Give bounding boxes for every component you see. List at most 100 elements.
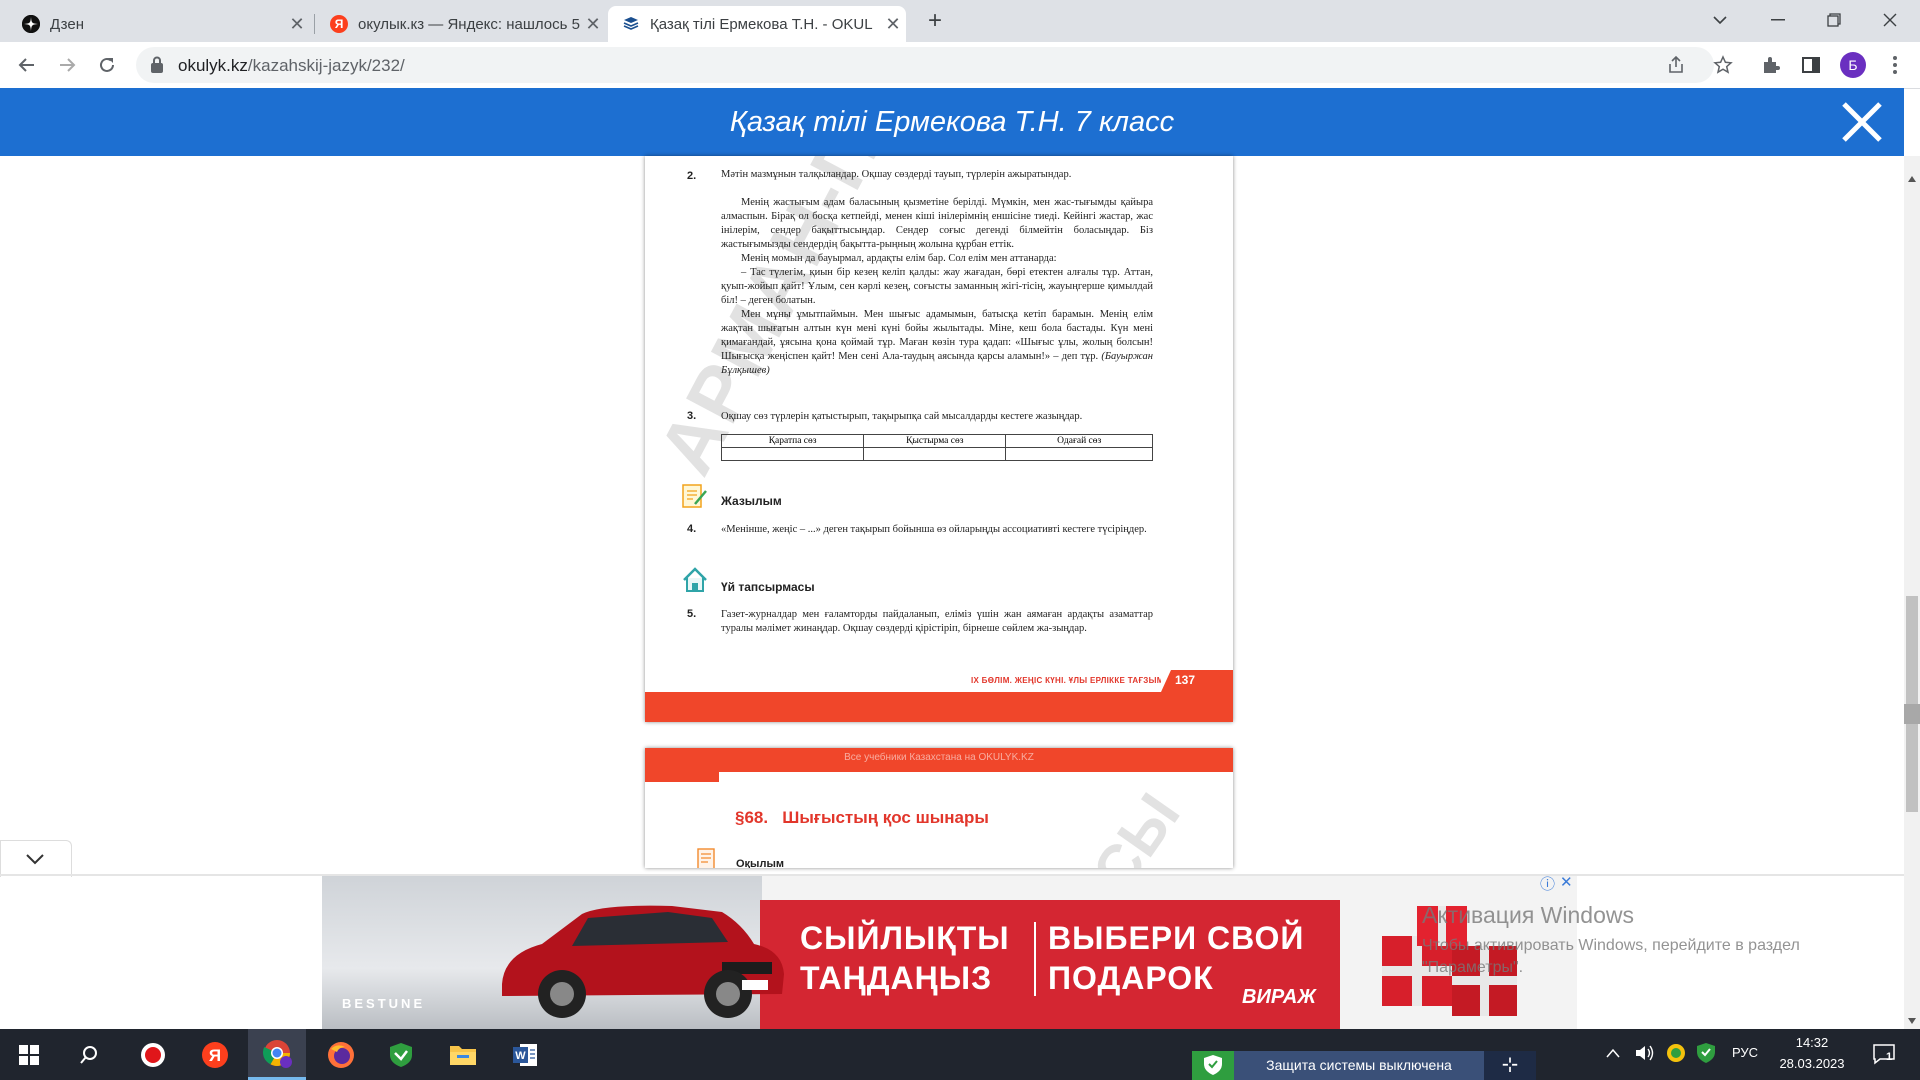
- url-host: okulyk.kz: [178, 56, 248, 75]
- menu-kebab-icon[interactable]: [1880, 50, 1910, 80]
- minimize-icon[interactable]: [1750, 0, 1806, 40]
- shield-warning-icon: [1204, 1055, 1222, 1075]
- start-button[interactable]: [0, 1029, 58, 1080]
- task-text: Газет-журналдар мен ғаламторды пайдаланы…: [721, 609, 1153, 634]
- tab-separator: [314, 14, 315, 34]
- table-header: Одағай сөз: [1005, 434, 1153, 448]
- ad-close-icon[interactable]: ✕: [1560, 876, 1573, 891]
- taskbar: Я W Защита системы выключена ⊹ РУС 14:32…: [0, 1029, 1920, 1080]
- clock-date[interactable]: 28.03.2023: [1772, 1056, 1852, 1071]
- close-tab-icon[interactable]: ✕: [580, 14, 606, 35]
- close-tab-icon[interactable]: ✕: [284, 14, 310, 35]
- close-window-icon[interactable]: [1862, 0, 1918, 40]
- page-footer-band: [645, 692, 1233, 722]
- tab-yandex[interactable]: Я окулык.кз — Яндекс: нашлось 5 ✕: [316, 6, 606, 42]
- system-protection-notice[interactable]: Защита системы выключена ⊹: [1192, 1051, 1536, 1080]
- word-icon: W: [513, 1043, 537, 1066]
- writing-icon: [681, 482, 709, 515]
- ad-banner[interactable]: BESTUNE СЫЙЛЫҚТЫ ТАҢДАҢЫЗ ВЫБЕРИ СВОЙ ПО…: [322, 876, 1577, 1030]
- taskbar-yandex-browser[interactable]: Я: [186, 1029, 244, 1080]
- task-text: Мәтін мазмұнын талқыландар. Оқшау сөздер…: [721, 169, 1072, 180]
- ad-headline-ru-2: ПОДАРОК: [1048, 960, 1214, 996]
- extensions-icon[interactable]: [1756, 50, 1786, 80]
- paragraph-heading: §68. Шығыстың қос шынары: [735, 808, 989, 827]
- address-bar[interactable]: okulyk.kz/kazahskij-jazyk/232/: [136, 47, 1714, 83]
- taskbar-recorder[interactable]: [124, 1029, 182, 1080]
- car-image: [502, 905, 784, 1018]
- back-icon[interactable]: [12, 50, 42, 80]
- dzen-icon: [22, 15, 40, 33]
- forward-icon[interactable]: [52, 50, 82, 80]
- task-text: Оқшау сөз түрлерін қатыстырып, тақырыпқа…: [721, 411, 1083, 422]
- tray-overflow-icon[interactable]: [1606, 1045, 1620, 1061]
- ad-headline-kz-2: ТАҢДАҢЫЗ: [800, 960, 993, 996]
- new-tab-icon[interactable]: +: [920, 6, 950, 36]
- book-title: Қазақ тілі Ермекова Т.Н. 7 класс: [729, 106, 1175, 138]
- table-header: Қыстырма сөз: [863, 434, 1007, 448]
- ad-headline-kz-1: СЫЙЛЫҚТЫ: [800, 920, 1010, 956]
- page-watermark-fragment: СЫ: [1079, 781, 1193, 868]
- profile-avatar[interactable]: Б: [1838, 50, 1868, 80]
- windows-logo-icon: [19, 1044, 39, 1065]
- task-number: 2.: [687, 170, 697, 182]
- home-icon: [681, 566, 709, 599]
- section-homework: Үй тапсырмасы: [721, 580, 815, 594]
- url-path: /kazahskij-jazyk/232/: [247, 56, 405, 75]
- browser-toolbar: okulyk.kz/kazahskij-jazyk/232/ Б: [0, 42, 1920, 89]
- tab-okulyk[interactable]: Қазақ тілі Ермекова Т.Н. - OKUL ✕: [608, 6, 906, 42]
- volume-icon[interactable]: [1634, 1043, 1656, 1068]
- taskbar-chrome[interactable]: [248, 1029, 306, 1080]
- restore-icon[interactable]: [1806, 0, 1862, 40]
- taskbar-file-explorer[interactable]: [434, 1029, 492, 1080]
- book-page-137: АРМАН-ПВ БАСПАСЫ 2. Мәтін мазмұнын талқы…: [645, 156, 1233, 722]
- share-icon[interactable]: [1666, 55, 1686, 80]
- ad-brand-logo: ВИРАЖ: [1242, 986, 1316, 1008]
- side-panel-icon[interactable]: [1796, 50, 1826, 80]
- notice-expand-icon[interactable]: ⊹: [1484, 1051, 1536, 1080]
- tab-search-icon[interactable]: [1692, 0, 1748, 40]
- page-scrollbar[interactable]: [1904, 156, 1920, 1029]
- tray-antivirus-icon[interactable]: [1696, 1042, 1716, 1069]
- bookmark-star-icon[interactable]: [1708, 50, 1738, 80]
- section-writing: Жазылым: [721, 494, 782, 508]
- reload-icon[interactable]: [92, 50, 122, 80]
- tab-dzen[interactable]: Дзен ✕: [8, 6, 310, 42]
- lock-icon[interactable]: [150, 56, 164, 79]
- ad-headline-ru-1: ВЫБЕРИ СВОЙ: [1048, 920, 1305, 956]
- task-text: «Менінше, жеңіс – ...» деген тақырып бой…: [721, 524, 1147, 535]
- profile-initial: Б: [1840, 52, 1866, 78]
- section-reading: Оқылым: [736, 858, 784, 868]
- taskbar-firefox[interactable]: [312, 1029, 370, 1080]
- taskbar-word[interactable]: W: [496, 1029, 554, 1080]
- tray-status-icon[interactable]: [1666, 1043, 1686, 1068]
- search-button[interactable]: [60, 1029, 118, 1080]
- page-header-band-tab: [645, 772, 719, 782]
- close-tab-icon[interactable]: ✕: [880, 14, 906, 35]
- scroll-position-marker[interactable]: [1904, 704, 1920, 724]
- chrome-icon: [262, 1040, 292, 1068]
- firefox-icon: [328, 1041, 354, 1068]
- taskbar-security-app[interactable]: [372, 1029, 430, 1080]
- notification-center-icon[interactable]: 1: [1872, 1043, 1896, 1070]
- task-number: 3.: [687, 410, 697, 422]
- scroll-down-icon[interactable]: [1908, 1018, 1916, 1024]
- language-indicator[interactable]: РУС: [1732, 1045, 1758, 1060]
- page-tab-notch: [1161, 670, 1171, 692]
- url-text: okulyk.kz/kazahskij-jazyk/232/: [178, 56, 405, 76]
- svg-text:W: W: [515, 1050, 526, 1062]
- passage-paragraph: Мен мұны ұмытпаймын. Мен шығыс адамымын,…: [721, 309, 1153, 362]
- notice-shield-box: [1192, 1051, 1234, 1080]
- reading-icon: [697, 848, 717, 868]
- folder-icon: [450, 1045, 476, 1065]
- chevron-down-icon: [26, 854, 44, 865]
- close-viewer-icon[interactable]: [1838, 98, 1886, 146]
- ad-info-icon[interactable]: ⓘ: [1540, 876, 1555, 894]
- clock-time[interactable]: 14:32: [1772, 1035, 1852, 1050]
- ad-collapse-button[interactable]: [0, 840, 72, 877]
- task-number: 4.: [687, 523, 697, 535]
- scroll-up-icon[interactable]: [1908, 176, 1916, 182]
- passage-paragraph: – Тас түлегім, қиын бір кезең келіп қалд…: [721, 267, 1153, 306]
- tab-title: Дзен: [50, 15, 84, 33]
- table-header: Қаратпа сөз: [720, 434, 865, 448]
- search-icon: [80, 1045, 97, 1064]
